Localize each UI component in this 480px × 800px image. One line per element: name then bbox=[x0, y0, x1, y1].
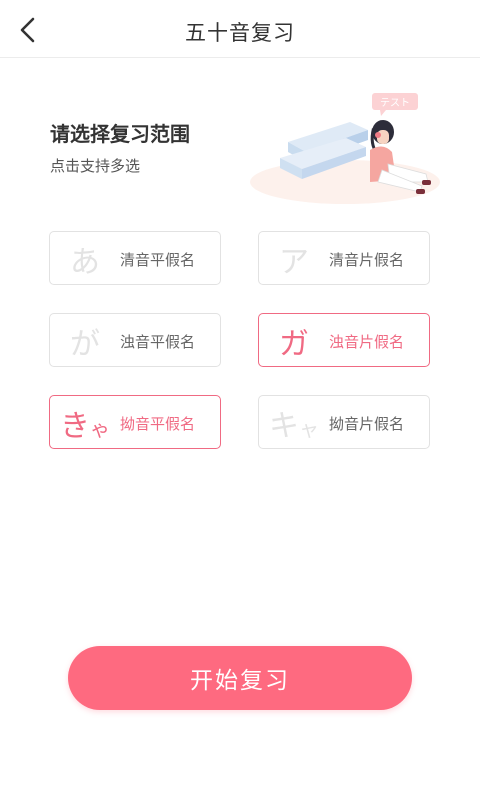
option-seion-hiragana[interactable]: あ 清音平假名 bbox=[49, 231, 221, 285]
kana-glyph: キャ bbox=[269, 409, 319, 444]
header-bar: 五十音复习 bbox=[0, 0, 480, 58]
option-label: 清音片假名 bbox=[329, 250, 405, 269]
kana-glyph: ア bbox=[279, 245, 309, 280]
kana-glyph: きゃ bbox=[60, 409, 110, 444]
reading-girl-illustration: テスト bbox=[250, 90, 450, 210]
option-label: 拗音片假名 bbox=[329, 414, 405, 433]
option-label: 浊音片假名 bbox=[329, 332, 405, 351]
option-seion-katakana[interactable]: ア 清音片假名 bbox=[258, 231, 430, 285]
option-dakuon-katakana[interactable]: ガ 浊音片假名 bbox=[258, 313, 430, 367]
page-title: 五十音复习 bbox=[185, 21, 295, 45]
review-page: 五十音复习 请选择复习范围 点击支持多选 テスト あ 清音平假名 ア 清音片假名… bbox=[0, 0, 480, 800]
option-label: 拗音平假名 bbox=[120, 414, 196, 433]
option-label: 浊音平假名 bbox=[120, 332, 196, 351]
start-review-button[interactable]: 开始复习 bbox=[68, 646, 412, 710]
illustration-tag-text: テスト bbox=[380, 98, 410, 109]
kana-glyph: が bbox=[70, 327, 100, 362]
option-label: 清音平假名 bbox=[120, 250, 196, 269]
option-youon-katakana[interactable]: キャ 拗音片假名 bbox=[258, 395, 430, 449]
option-dakuon-hiragana[interactable]: が 浊音平假名 bbox=[49, 313, 221, 367]
kana-glyph: あ bbox=[70, 245, 100, 280]
kana-glyph: ガ bbox=[279, 327, 309, 362]
option-youon-hiragana[interactable]: きゃ 拗音平假名 bbox=[49, 395, 221, 449]
section-title: 请选择复习范围 bbox=[50, 122, 190, 146]
section-subtitle: 点击支持多选 bbox=[50, 157, 141, 175]
